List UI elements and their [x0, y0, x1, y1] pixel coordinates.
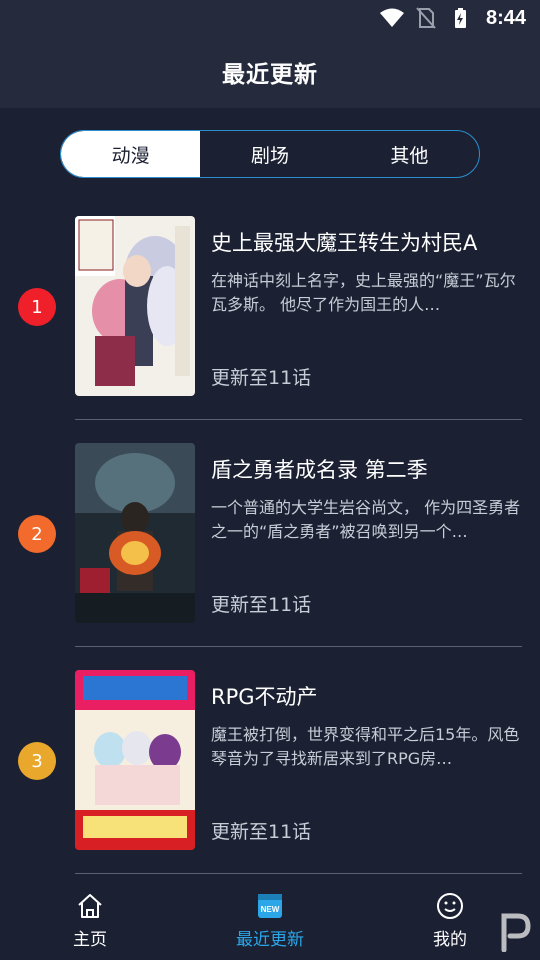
item-description: 在神话中刻上名字，史上最强的“魔王”瓦尔瓦多斯。 他尽了作为国王的人…	[211, 271, 516, 314]
item-title[interactable]: 盾之勇者成名录 第二季	[211, 454, 428, 484]
wifi-icon	[379, 8, 404, 27]
smile-face-icon	[437, 892, 463, 919]
nav-recent-updates[interactable]: NEW 最近更新	[180, 880, 360, 960]
divider	[75, 873, 522, 874]
clock: 8:44	[485, 6, 526, 29]
item-description: 一个普通的大学生岩谷尚文， 作为四圣勇者之一的“盾之勇者”被召唤到另一个…	[211, 498, 521, 541]
svg-text:NEW: NEW	[261, 905, 280, 914]
nav-home-label: 主页	[73, 929, 107, 950]
list-item[interactable]: 3 RPG不动产 魔王被打倒，世界变得和平之后15年。风色琴音为了寻找新居来到了…	[0, 647, 540, 874]
status-bar: 8:44	[0, 0, 540, 36]
rank-badge: 3	[18, 742, 56, 780]
battery-charging-icon	[454, 8, 466, 28]
list-item[interactable]: 2 盾之勇者成名录 第二季 一个普通的大学生岩谷尚文， 作为四圣勇者之一的“盾之…	[0, 420, 540, 647]
no-sim-icon	[416, 7, 436, 29]
item-update-status: 更新至11话	[211, 594, 312, 616]
nav-profile-label: 我的	[433, 929, 467, 950]
tab-anime[interactable]: 动漫	[61, 131, 201, 177]
tab-other[interactable]: 其他	[340, 131, 479, 177]
tab-theater[interactable]: 剧场	[200, 131, 339, 177]
cover-image[interactable]	[75, 670, 195, 850]
update-list: 1 史上最强大魔王转生为村民A 在神话中刻上名字，史上最强的“魔王”瓦尔瓦多斯。…	[0, 193, 540, 874]
item-description: 魔王被打倒，世界变得和平之后15年。风色琴音为了寻找新居来到了RPG房…	[211, 725, 520, 768]
watermark-logo	[498, 912, 532, 952]
cover-image[interactable]	[75, 216, 195, 396]
rank-badge: 1	[18, 288, 56, 326]
page-title: 最近更新	[222, 62, 318, 88]
bottom-nav: 主页 NEW 最近更新 我的	[0, 880, 540, 960]
cover-image[interactable]	[75, 443, 195, 623]
item-update-status: 更新至11话	[211, 821, 312, 843]
app-header: 最近更新	[0, 36, 540, 108]
rank-badge: 2	[18, 515, 56, 553]
item-update-status: 更新至11话	[211, 367, 312, 389]
list-item[interactable]: 1 史上最强大魔王转生为村民A 在神话中刻上名字，史上最强的“魔王”瓦尔瓦多斯。…	[0, 193, 540, 420]
nav-home[interactable]: 主页	[0, 880, 180, 960]
nav-recent-updates-label: 最近更新	[236, 929, 304, 950]
item-title[interactable]: 史上最强大魔王转生为村民A	[211, 227, 477, 257]
category-tabs: 动漫 剧场 其他	[60, 130, 480, 178]
new-badge-icon: NEW	[258, 893, 282, 918]
item-title[interactable]: RPG不动产	[211, 681, 318, 711]
watermark-p-icon	[501, 913, 531, 952]
home-icon	[78, 893, 102, 918]
